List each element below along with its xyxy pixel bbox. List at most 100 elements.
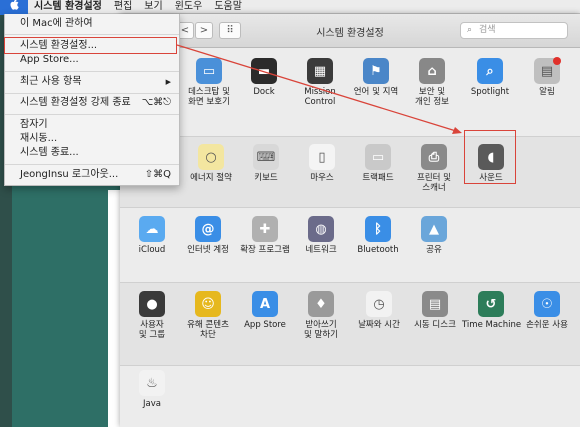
pref-label: 손쉬운 사용	[526, 320, 568, 330]
parental-controls-icon: ☺	[195, 291, 221, 317]
pref-section-other	[120, 366, 580, 427]
menu-item-shut-down[interactable]: 시스템 종료...	[5, 146, 179, 160]
menu-separator	[5, 93, 179, 94]
menu-view[interactable]: 보기	[138, 0, 168, 14]
menu-item-about-mac[interactable]: 이 Mac에 관하여	[5, 17, 179, 31]
sharing-folder-icon: ▲	[421, 216, 447, 242]
sound-highlight-box	[464, 130, 516, 184]
pref-clock-calendar[interactable]: ◷ 날짜와 시간	[350, 291, 408, 330]
menu-item-sleep[interactable]: 잠자기	[5, 118, 179, 132]
pref-app-store[interactable]: A App Store	[236, 291, 294, 330]
menu-item-app-store[interactable]: App Store...	[5, 53, 179, 67]
printer-icon: ⎙	[421, 144, 447, 170]
menu-item-label: 시스템 종료...	[20, 147, 79, 158]
pref-label: 시동 디스크	[414, 320, 456, 330]
pref-at[interactable]: @ 인터넷 계정	[179, 216, 237, 255]
menu-separator	[5, 71, 179, 72]
dock-icon: ▬	[251, 58, 277, 84]
pref-accessibility[interactable]: ☉ 손쉬운 사용	[518, 291, 576, 330]
apple-menu-icon[interactable]	[0, 0, 28, 15]
pref-label: 날짜와 시간	[358, 320, 400, 330]
menu-window[interactable]: 윈도우	[169, 0, 209, 14]
pref-label: 사용자 및 그룹	[138, 320, 166, 340]
pref-label: 언어 및 지역	[353, 87, 399, 97]
desktop-icon: ▭	[196, 58, 222, 84]
menu-item-log-out[interactable]: JeongInsu 로그아웃... ⇧⌘Q	[5, 168, 179, 182]
app-store-icon: A	[252, 291, 278, 317]
java-icon: ♨	[139, 370, 165, 396]
pref-users[interactable]: ● 사용자 및 그룹	[123, 291, 181, 340]
pref-label: Time Machine	[462, 320, 522, 330]
search-placeholder: 검색	[479, 25, 496, 35]
pref-time-machine[interactable]: ↺ Time Machine	[462, 291, 522, 330]
mouse-icon: ▯	[309, 144, 335, 170]
globe-flag-icon: ⚑	[363, 58, 389, 84]
show-all-grid-icon[interactable]: ⠿	[219, 22, 241, 39]
pref-disk[interactable]: ▤ 시동 디스크	[406, 291, 464, 330]
at-icon: @	[195, 216, 221, 242]
menu-bar: 시스템 환경설정 편집 보기 윈도우 도움말	[0, 0, 580, 15]
pref-dock[interactable]: ▬ Dock	[235, 58, 293, 97]
pref-magnifier[interactable]: ⌕ Spotlight	[461, 58, 519, 97]
pref-desktop[interactable]: ▭ 데스크탑 및 화면 보호기	[180, 58, 238, 107]
pref-label: 키보드	[254, 173, 278, 183]
pref-label: 트랙패드	[362, 173, 394, 183]
accessibility-icon: ☉	[534, 291, 560, 317]
keyboard-icon: ⌨	[253, 144, 279, 170]
menu-item-label: 재시동...	[20, 133, 58, 144]
menu-app-name[interactable]: 시스템 환경설정	[28, 0, 108, 14]
pref-mission-control[interactable]: ▦ Mission Control	[291, 58, 349, 107]
pref-label: Java	[143, 399, 161, 409]
search-field[interactable]: ⌕ 검색	[460, 22, 568, 39]
pref-trackpad[interactable]: ▭ 트랙패드	[349, 144, 407, 183]
trackpad-icon: ▭	[365, 144, 391, 170]
clock-calendar-icon: ◷	[366, 291, 392, 317]
pref-cloud[interactable]: ☁ iCloud	[123, 216, 181, 255]
pref-sharing-folder[interactable]: ▲ 공유	[405, 216, 463, 255]
pref-label: 유해 콘텐츠 차단	[187, 320, 229, 340]
notification-badge	[553, 57, 561, 65]
pref-microphone[interactable]: ♦ 받아쓰기 및 말하기	[292, 291, 350, 340]
pref-java[interactable]: ♨ Java	[123, 370, 181, 409]
pref-label: 에너지 절약	[190, 173, 232, 183]
pref-notifications[interactable]: ▤ 알림	[518, 57, 576, 97]
pref-globe-flag[interactable]: ⚑ 언어 및 지역	[347, 58, 405, 97]
pref-bluetooth[interactable]: ᛒ Bluetooth	[349, 216, 407, 255]
bluetooth-icon: ᛒ	[365, 216, 391, 242]
menu-item-label: 잠자기	[20, 119, 48, 130]
menu-item-label: App Store...	[20, 54, 79, 65]
pref-label: 데스크탑 및 화면 보호기	[188, 87, 230, 107]
pref-mouse[interactable]: ▯ 마우스	[293, 144, 351, 183]
pref-puzzle[interactable]: ✚ 확장 프로그램	[236, 216, 294, 255]
pref-network-globe[interactable]: ◍ 네트워크	[292, 216, 350, 255]
users-icon: ●	[139, 291, 165, 317]
menu-item-shortcut: ⇧⌘Q	[144, 169, 171, 180]
menu-item-force-quit[interactable]: 시스템 환경설정 강제 종료 ⌥⌘⎋	[5, 96, 179, 110]
mission-control-icon: ▦	[307, 58, 333, 84]
submenu-arrow-icon: ▶	[165, 78, 171, 86]
pref-lightbulb[interactable]: ○ 에너지 절약	[182, 144, 240, 183]
notifications-icon: ▤	[534, 57, 561, 84]
pref-label: iCloud	[138, 245, 166, 255]
pref-house-lock[interactable]: ⌂ 보안 및 개인 정보	[403, 58, 461, 107]
pref-printer[interactable]: ⎙ 프린터 및 스캐너	[405, 144, 463, 193]
menu-item-restart[interactable]: 재시동...	[5, 132, 179, 146]
cloud-icon: ☁	[139, 216, 165, 242]
menu-help[interactable]: 도움말	[208, 0, 248, 14]
menu-separator	[5, 34, 179, 35]
magnifier-icon: ⌕	[477, 58, 503, 84]
menu-edit[interactable]: 편집	[108, 0, 138, 14]
menu-item-label: JeongInsu 로그아웃...	[20, 169, 119, 180]
network-globe-icon: ◍	[308, 216, 334, 242]
pref-label: 마우스	[310, 173, 334, 183]
lightbulb-icon: ○	[198, 144, 224, 170]
menu-item-recent-items[interactable]: 최근 사용 항목 ▶	[5, 75, 179, 89]
forward-button[interactable]: >	[195, 22, 213, 39]
pref-label: 네트워크	[305, 245, 337, 255]
pref-keyboard[interactable]: ⌨ 키보드	[237, 144, 295, 183]
window-toolbar: < > ⠿ 시스템 환경설정 ⌕ 검색	[120, 14, 580, 48]
pref-label: 공유	[426, 245, 442, 255]
pref-parental-controls[interactable]: ☺ 유해 콘텐츠 차단	[179, 291, 237, 340]
pref-label: 인터넷 계정	[187, 245, 229, 255]
menu-item-shortcut: ⌥⌘⎋	[141, 97, 171, 108]
